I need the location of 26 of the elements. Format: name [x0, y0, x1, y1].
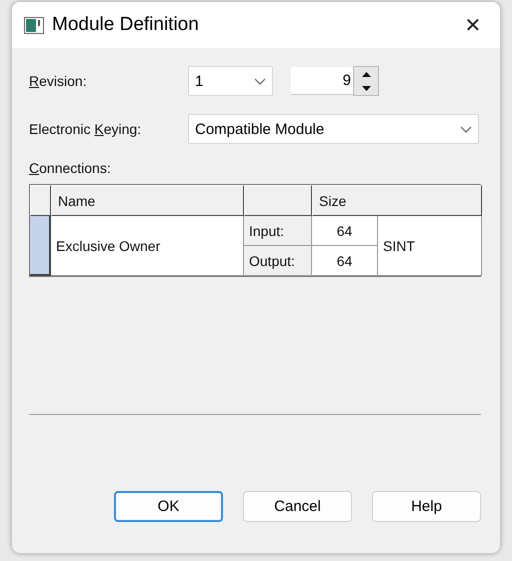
table-cell: Input: [244, 216, 312, 246]
major-revision-dropdown[interactable]: 1 [188, 66, 273, 96]
column-header: Name [51, 185, 244, 216]
connections-label: Connections: [29, 160, 112, 176]
keying-dropdown[interactable]: Compatible Module [188, 114, 479, 144]
dialog-button[interactable]: OK [114, 491, 223, 522]
dialog-button[interactable]: Cancel [243, 491, 352, 522]
chevron-down-icon [460, 126, 472, 132]
minor-revision-field[interactable]: 9 [291, 67, 353, 95]
table-cell: SINT [378, 216, 482, 276]
table-cell: 64 [312, 246, 378, 276]
keying-label: Electronic Keying: [29, 121, 142, 137]
close-button[interactable]: ✕ [458, 10, 488, 40]
row-selector[interactable] [30, 216, 51, 276]
column-header: Size [312, 185, 482, 216]
table-cell: Exclusive Owner [51, 216, 244, 276]
table-cell: 64 [312, 216, 378, 246]
window-icon [24, 16, 44, 34]
spin-buttons[interactable] [353, 66, 379, 96]
dialog-button[interactable]: Help [372, 491, 481, 522]
triangle-down-icon [362, 86, 370, 90]
window-title: Module Definition [52, 14, 200, 36]
revision-label: Revision: [29, 73, 88, 89]
table-cell: Output: [244, 246, 312, 276]
triangle-up-icon [362, 72, 370, 76]
chevron-down-icon [254, 78, 266, 84]
